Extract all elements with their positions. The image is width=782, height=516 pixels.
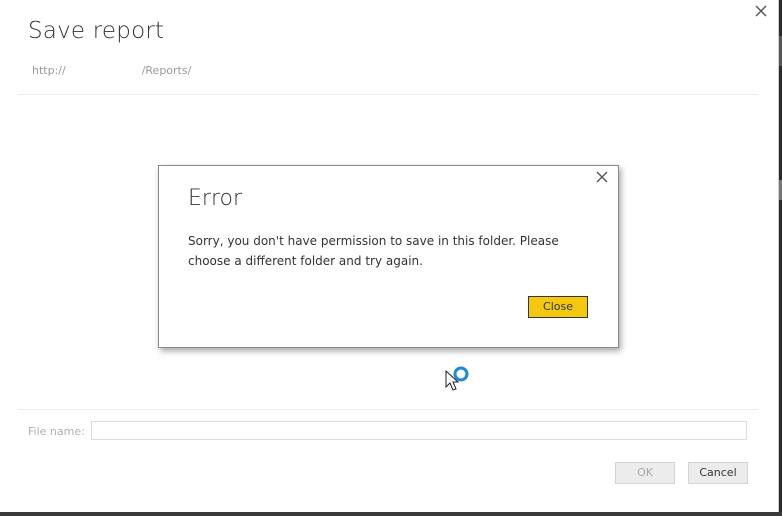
page-title: Save report	[28, 18, 165, 44]
close-icon-glyph	[755, 5, 767, 17]
path-redacted-segment	[65, 64, 142, 77]
busy-cursor-icon	[445, 365, 471, 393]
header-divider	[18, 94, 758, 95]
close-icon-glyph	[596, 171, 608, 183]
filename-input[interactable]	[91, 421, 747, 440]
close-button[interactable]: Close	[528, 296, 588, 318]
path-prefix: http://	[32, 64, 66, 77]
busy-cursor-glyph	[445, 366, 469, 391]
cancel-button[interactable]: Cancel	[688, 462, 748, 484]
app-window: Save report http:// /Reports/ File name:…	[0, 0, 782, 516]
error-dialog: Error Sorry, you don't have permission t…	[158, 165, 619, 348]
folder-path: http:// /Reports/	[32, 64, 191, 77]
background-taskbar-edge	[0, 512, 782, 516]
close-icon[interactable]	[593, 170, 611, 188]
ok-button[interactable]: OK	[615, 462, 675, 484]
filename-label: File name:	[28, 425, 85, 438]
close-icon[interactable]	[751, 3, 771, 23]
error-message: Sorry, you don't have permission to save…	[188, 234, 559, 268]
error-title: Error	[188, 186, 243, 211]
path-suffix: /Reports/	[141, 64, 192, 77]
footer-divider	[18, 409, 758, 410]
